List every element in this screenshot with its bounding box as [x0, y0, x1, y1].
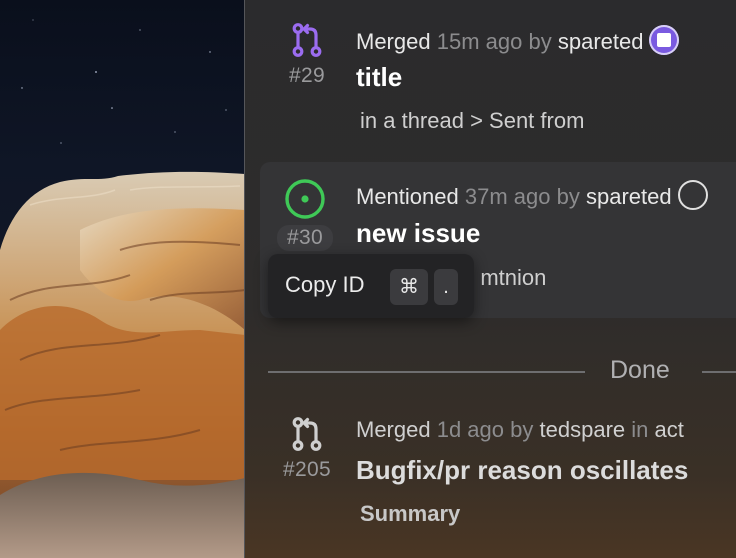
by-word: by: [510, 417, 534, 442]
notification-title[interactable]: Bugfix/pr reason oscillates: [356, 455, 688, 486]
notification-repo[interactable]: act: [655, 417, 684, 442]
section-label: Done: [610, 356, 670, 384]
notification-meta: Mentioned 37m ago by spareted: [356, 180, 708, 210]
notification-subtitle: Summary: [360, 501, 461, 526]
git-pull-request-icon: [272, 416, 342, 452]
git-pull-request-icon: [272, 22, 342, 58]
notification-subtitle: in a thread > Sent from: [360, 108, 585, 133]
by-word: by: [528, 29, 552, 54]
desktop-wallpaper: [0, 0, 245, 558]
notification-meta: Merged 15m ago by spareted: [356, 25, 680, 55]
notification-action: Merged: [356, 29, 431, 54]
copy-id-tooltip[interactable]: Copy ID ⌘ .: [268, 254, 474, 318]
rock-landscape-image: [0, 19, 245, 558]
issue-number[interactable]: #205: [283, 458, 331, 482]
notification-title[interactable]: new issue: [356, 218, 480, 249]
avatar: [677, 180, 708, 210]
in-word: in: [631, 417, 649, 442]
notification-subtitle: e mtnion: [462, 265, 547, 290]
notifications-panel: #29 Merged 15m ago by spareted title in …: [245, 0, 736, 558]
section-divider: Done: [268, 354, 736, 388]
notification-action: Mentioned: [356, 184, 459, 209]
notification-item[interactable]: #205 Merged 1d ago by tedspare in act Bu…: [245, 400, 736, 558]
notification-author[interactable]: tedspare: [540, 417, 626, 442]
notification-author[interactable]: spareted: [558, 29, 644, 54]
notification-time: 1d ago: [436, 417, 505, 442]
notification-time: 37m ago: [464, 184, 551, 209]
notification-time: 15m ago: [436, 29, 523, 54]
notification-title[interactable]: title: [356, 62, 402, 93]
issue-number[interactable]: #30: [277, 225, 333, 251]
tooltip-label: Copy ID: [285, 272, 365, 297]
avatar: [649, 25, 680, 55]
notification-item[interactable]: #29 Merged 15m ago by spareted title in …: [245, 0, 736, 150]
command-key: ⌘: [390, 269, 428, 305]
issue-number[interactable]: #29: [289, 64, 325, 88]
notification-action: Merged: [356, 417, 431, 442]
by-word: by: [556, 184, 580, 209]
notification-author[interactable]: spareted: [586, 184, 672, 209]
issue-opened-icon: [270, 178, 340, 220]
notification-meta: Merged 1d ago by tedspare in act: [356, 417, 684, 443]
period-key: .: [434, 269, 458, 305]
